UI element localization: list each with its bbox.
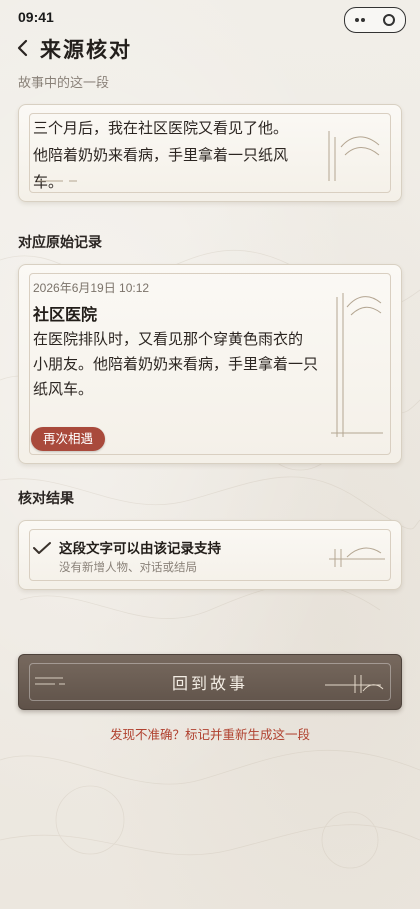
back-to-story-label: 回到故事 [171,674,248,693]
chevron-left-icon[interactable] [16,38,30,58]
record-section-title: 对应原始记录 [18,234,102,250]
excerpt-line: 他陪着奶奶来看病，手里拿着一只纸风车。 [33,146,289,191]
result-sub: 没有新增人物、对话或结局 [59,562,197,574]
close-circle-icon[interactable] [383,14,395,26]
report-inaccuracy-link[interactable]: 发现不准确？标记并重新生成这一段 [0,724,420,743]
result-card: 这段文字可以由该记录支持 没有新增人物、对话或结局 [18,520,402,590]
mini-program-capsule[interactable] [344,7,406,33]
result-main: 这段文字可以由该记录支持 [59,541,221,556]
excerpt-label: 故事中的这一段 [18,75,110,90]
record-body-line: 小朋友。他陪着奶奶来看病，手里拿着一只 [33,355,319,373]
more-icon[interactable] [355,18,359,22]
status-bar: 09:41 [0,0,420,34]
record-date: 2026年6月19日 10:12 [33,281,150,295]
page-title: 来源核对 [40,37,132,62]
excerpt-line: 三个月后，我在社区医院又看见了他。 [33,119,289,137]
check-icon [33,542,51,554]
record-body-line: 在医院排队时，又看见那个穿黄色雨衣的 [33,330,304,348]
record-tag[interactable]: 再次相遇 [31,427,106,451]
record-body: 在医院排队时，又看见那个穿黄色雨衣的 小朋友。他陪着奶奶来看病，手里拿着一只 纸… [33,327,331,402]
excerpt-card: 三个月后，我在社区医院又看见了他。 他陪着奶奶来看病，手里拿着一只纸风车。 [18,104,402,202]
excerpt-text: 三个月后，我在社区医院又看见了他。 他陪着奶奶来看病，手里拿着一只纸风车。 [33,115,311,196]
back-button[interactable] [14,34,34,60]
status-time: 09:41 [18,9,54,25]
record-place: 社区医院 [33,305,98,324]
record-body-line: 纸风车。 [33,380,94,398]
record-card[interactable]: 2026年6月19日 10:12 社区医院 在医院排队时，又看见那个穿黄色雨衣的… [18,264,402,464]
header: 来源核对 [0,32,420,62]
back-to-story-button[interactable]: 回到故事 [18,654,402,710]
result-section-title: 核对结果 [18,490,74,506]
